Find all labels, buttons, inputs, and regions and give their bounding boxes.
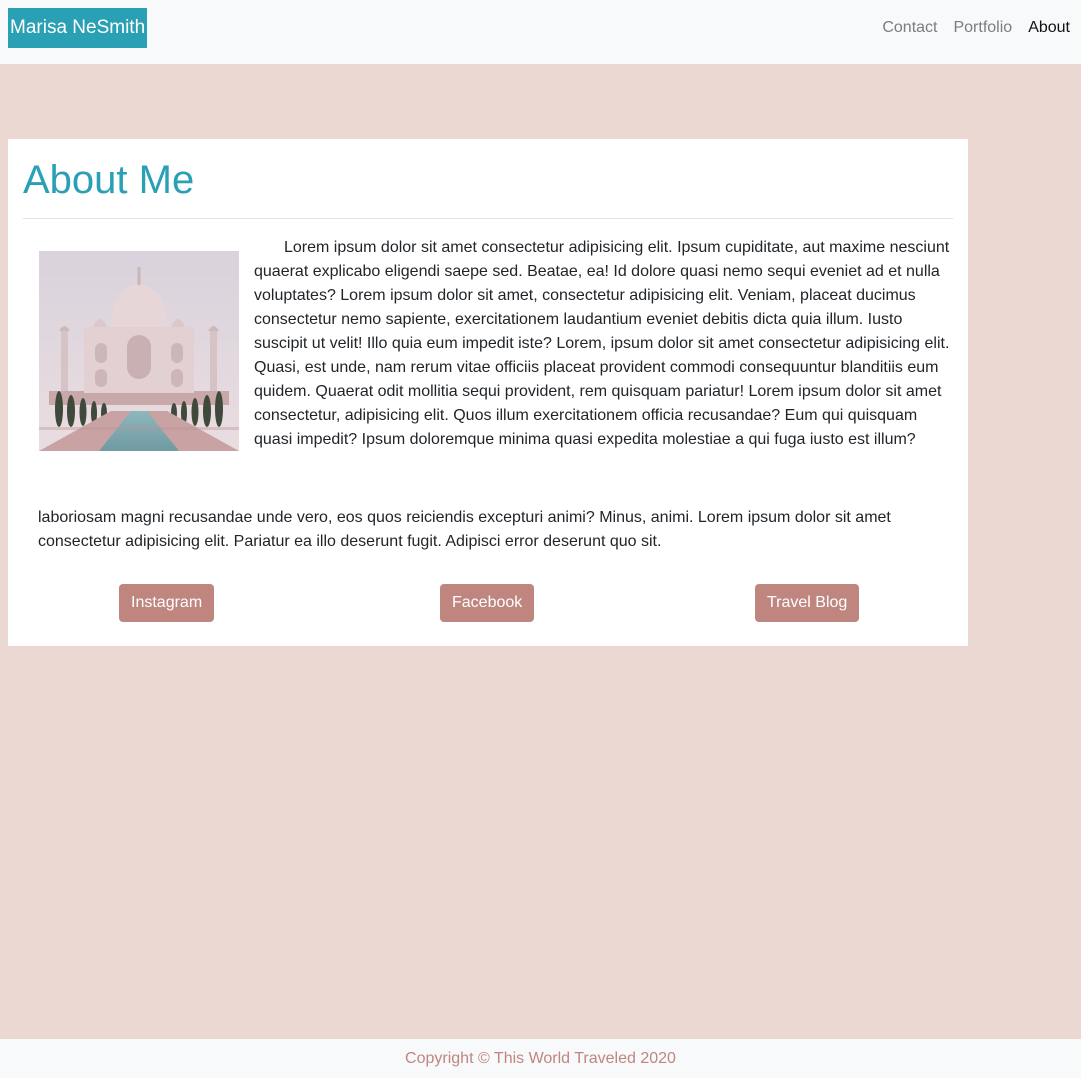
- footer: Copyright © This World Traveled 2020: [0, 1039, 1081, 1078]
- copyright-text: Copyright © This World Traveled 2020: [405, 1050, 676, 1067]
- brand-link[interactable]: Marisa NeSmith: [8, 8, 147, 48]
- about-card: About Me Lorem ipsum dolor sit amet cons…: [8, 139, 968, 646]
- taj-mahal-image: [39, 251, 239, 451]
- instagram-button[interactable]: Instagram: [119, 584, 215, 622]
- navbar: Marisa NeSmith Contact Portfolio About: [0, 0, 1081, 64]
- about-paragraph-continued: laboriosam magni recusandae unde vero, e…: [38, 509, 891, 550]
- nav-link-portfolio[interactable]: Portfolio: [945, 18, 1020, 38]
- nav-link-contact[interactable]: Contact: [874, 18, 945, 38]
- page-title: About Me: [23, 158, 195, 202]
- nav-link-about[interactable]: About: [1020, 18, 1070, 38]
- about-paragraph-main: Lorem ipsum dolor sit amet consectetur a…: [254, 239, 950, 448]
- nav-links: Contact Portfolio About: [874, 18, 1070, 38]
- travel-blog-button[interactable]: Travel Blog: [755, 584, 860, 622]
- facebook-button[interactable]: Facebook: [440, 584, 535, 622]
- title-divider: [23, 218, 953, 219]
